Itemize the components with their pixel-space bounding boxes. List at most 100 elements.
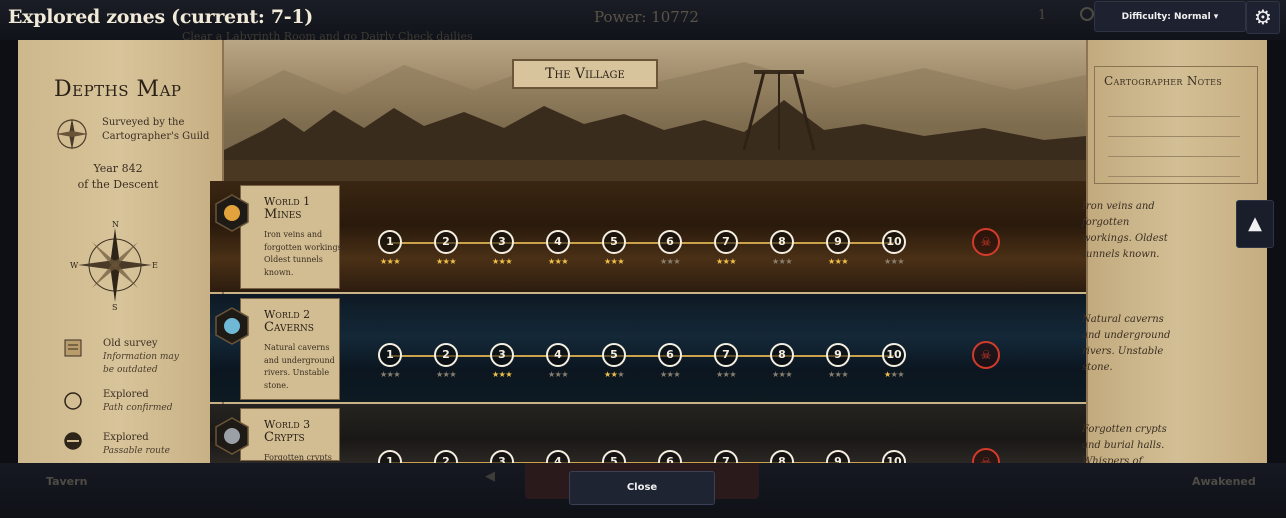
legend-old-survey-desc1: Information may [103,352,179,362]
year-text: Year 842 of the Descent [48,161,188,193]
level-node[interactable]: 1 [378,230,402,254]
legend-passable-desc: Passable route [103,446,170,456]
world-note: Iron veins and forgotten workings. Oldes… [1082,201,1168,260]
world-note: Natural caverns and underground rivers. … [1082,314,1171,373]
level-stars: ★★★ [883,257,904,266]
level-stars: ★★★ [379,257,400,266]
timer-icon [1080,7,1094,21]
level-node[interactable]: 2 [434,230,458,254]
level-node[interactable]: 7 [714,343,738,367]
village-zone[interactable]: The Village [224,40,1086,181]
world-name: Caverns [264,320,314,335]
bottom-bar: Tavern ◀ Close Awakened [0,463,1286,518]
level-stars: ★★★ [435,257,456,266]
level-stars: ★★★ [491,257,512,266]
level-node[interactable]: 8 [770,343,794,367]
crystal-icon [215,307,249,345]
notes-rule [1108,136,1240,137]
compass-w: W [70,261,79,270]
notes-rule [1108,156,1240,157]
prev-arrow-icon[interactable]: ◀ [485,469,495,484]
level-stars: ★★★ [603,370,624,379]
world-desc: Natural caverns and underground rivers. … [264,343,335,390]
map-title: Depths Map [54,77,182,102]
difficulty-select[interactable]: Difficulty: Normal ▾ [1094,1,1246,32]
world-row-1: World 1 Mines Iron veins and forgotten wor… [210,181,1086,292]
key-counter: 1 [1038,8,1047,23]
level-stars: ★★★ [883,370,904,379]
compass-rose-icon: N S E W [70,220,158,310]
world-row-2: World 2 Caverns Natural caverns and underg… [210,294,1086,402]
compass-rose-small-icon [56,118,88,150]
compass-n: N [112,220,119,229]
pickaxe-icon [215,194,249,232]
level-node[interactable]: 9 [826,343,850,367]
guild-line-2: Cartographer's Guild [102,131,210,142]
level-stars: ★★★ [771,370,792,379]
level-node[interactable]: 5 [602,230,626,254]
level-node[interactable]: 6 [658,230,682,254]
notes-rule [1108,116,1240,117]
notes-title: Cartographer Notes [1104,74,1223,88]
level-stars: ★★★ [435,370,456,379]
level-node[interactable]: 2 [434,343,458,367]
explored-circle-icon [64,392,82,410]
year-line-1: Year 842 [93,162,143,175]
close-button[interactable]: Close [569,471,715,505]
top-bar: Explored zones (current: 7-1) Power: 107… [0,0,1286,43]
level-node[interactable]: 1 [378,343,402,367]
level-stars: ★★★ [379,370,400,379]
level-node[interactable]: 9 [826,230,850,254]
page-title: Explored zones (current: 7-1) [8,6,313,28]
awakened-tab[interactable]: Awakened [1192,475,1256,488]
tavern-tab[interactable]: Tavern [46,475,87,488]
level-stars: ★★★ [715,257,736,266]
level-node[interactable]: 3 [490,230,514,254]
passable-route-icon [64,432,82,450]
legend-passable-label: Explored [103,432,149,443]
level-node[interactable]: 3 [490,343,514,367]
world-row-3: World 3 Crypts Forgotten crypts 1 2 3 4 5 6 7 8 9 10… [210,404,1086,463]
level-node[interactable]: 6 [658,343,682,367]
level-node[interactable]: 7 [714,230,738,254]
compass-e: E [152,261,158,270]
world-name: Crypts [264,430,305,445]
old-survey-scroll-icon [64,339,82,357]
village-title-banner: The Village [512,59,658,89]
level-stars: ★★★ [659,370,680,379]
guild-text: Surveyed by the Cartographer's Guild [102,116,209,144]
guild-line-1: Surveyed by the [102,117,185,128]
level-node[interactable]: 8 [770,230,794,254]
level-stars: ★★★ [827,370,848,379]
level-node[interactable]: 4 [546,343,570,367]
world-name: Mines [264,207,302,222]
crypt-gate-icon [215,417,249,455]
world-note: Forgotten crypts and burial halls. Whisp… [1082,424,1167,463]
legend-old-survey-desc2: be outdated [103,365,158,375]
level-stars: ★★★ [659,257,680,266]
year-line-2: of the Descent [77,178,159,191]
gear-icon: ⚙ [1254,5,1272,29]
level-path [390,355,894,357]
level-stars: ★★★ [491,370,512,379]
scroll-up-button[interactable]: ▲ [1236,200,1274,248]
boss-node-icon[interactable]: ☠ [972,228,1000,256]
boss-node-icon[interactable]: ☠ [972,341,1000,369]
level-node[interactable]: 10 [882,230,906,254]
level-stars: ★★★ [547,257,568,266]
legend-explored-label: Explored [103,389,149,400]
map-legend-panel: Depths Map Surveyed by the Cartographer'… [18,40,224,463]
world-desc: Iron veins and forgotten workings. Oldes… [264,230,345,277]
settings-button[interactable]: ⚙ [1246,1,1280,34]
level-stars: ★★★ [603,257,624,266]
world-desc: Forgotten crypts [264,453,332,462]
level-node[interactable]: 4 [546,230,570,254]
level-node[interactable]: 5 [602,343,626,367]
compass-s: S [112,303,117,310]
level-stars: ★★★ [715,370,736,379]
level-stars: ★★★ [827,257,848,266]
legend-old-survey-label: Old survey [103,338,158,349]
level-node[interactable]: 10 [882,343,906,367]
notes-rule [1108,176,1240,177]
level-stars: ★★★ [771,257,792,266]
